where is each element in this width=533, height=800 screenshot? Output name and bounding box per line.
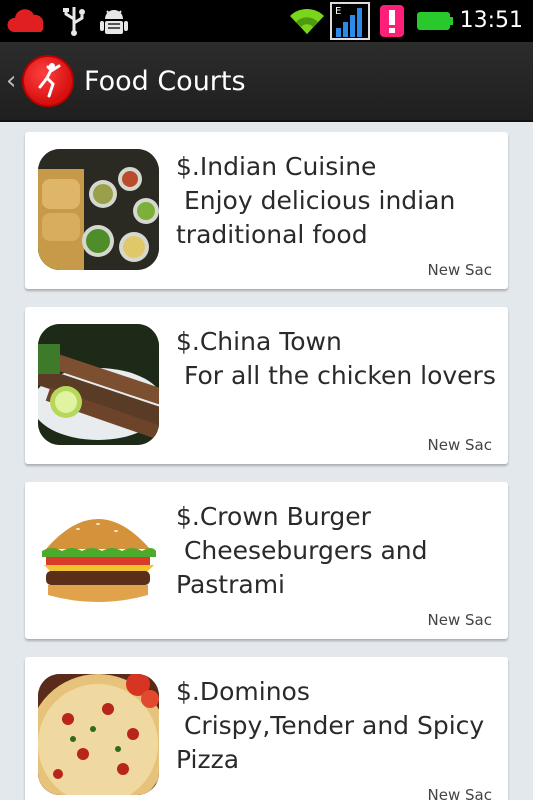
burger-image — [38, 499, 159, 620]
chicken-skewers-image — [38, 324, 159, 445]
action-bar: ‹ Food Courts — [0, 42, 533, 122]
cloud-icon — [4, 0, 52, 42]
status-bar: E 13:51 — [0, 0, 533, 42]
app-logo-icon — [22, 55, 74, 107]
item-text: $.Dominos Crispy,Tender and Spicy Pizza — [176, 675, 501, 777]
page-title: Food Courts — [84, 66, 246, 97]
indian-food-image — [38, 149, 159, 270]
item-location: New Sac — [427, 436, 492, 454]
list-item[interactable]: $.Dominos Crispy,Tender and Spicy Pizza … — [25, 657, 508, 800]
signal-icon: E — [329, 0, 371, 42]
item-title: $.China Town — [176, 327, 342, 356]
battery-icon — [416, 0, 454, 42]
item-text: $.Crown Burger Cheeseburgers and Pastram… — [176, 500, 501, 602]
clock-time: 13:51 — [459, 8, 523, 33]
usb-icon — [58, 0, 90, 42]
list-item[interactable]: $.China Town For all the chicken lovers … — [25, 307, 508, 464]
item-description: Crispy,Tender and Spicy Pizza — [176, 711, 493, 774]
pizza-image — [38, 674, 159, 795]
item-title: $.Crown Burger — [176, 502, 371, 531]
home-up-button[interactable]: ‹ — [0, 42, 78, 122]
list-item[interactable]: $.Crown Burger Cheeseburgers and Pastram… — [25, 482, 508, 639]
network-type: E — [335, 6, 341, 17]
item-location: New Sac — [427, 261, 492, 279]
chevron-left-icon: ‹ — [6, 66, 17, 96]
wifi-icon — [287, 0, 327, 42]
list-item[interactable]: $.Indian Cuisine Enjoy delicious indian … — [25, 132, 508, 289]
item-title: $.Indian Cuisine — [176, 152, 377, 181]
item-title: $.Dominos — [176, 677, 310, 706]
item-description: Enjoy delicious indian traditional food — [176, 186, 464, 249]
item-location: New Sac — [427, 611, 492, 629]
item-text: $.Indian Cuisine Enjoy delicious indian … — [176, 150, 501, 252]
item-text: $.China Town For all the chicken lovers — [176, 325, 501, 393]
android-debug-icon — [96, 0, 132, 42]
item-description: For all the chicken lovers — [176, 361, 496, 390]
item-location: New Sac — [427, 786, 492, 800]
food-court-list[interactable]: $.Indian Cuisine Enjoy delicious indian … — [0, 124, 533, 800]
item-description: Cheeseburgers and Pastrami — [176, 536, 436, 599]
alert-icon — [377, 0, 407, 42]
